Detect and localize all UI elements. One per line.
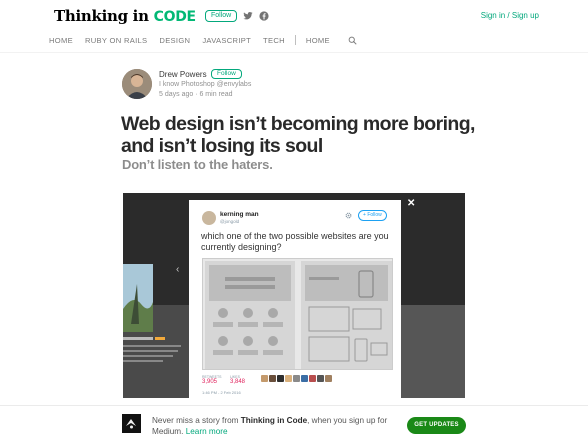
tweet-date: 1:46 PM - 2 Feb 2016 [202,390,241,395]
top-bar: Thinking in CODE Follow Sign in / Sign u… [0,0,588,32]
background-card [123,264,153,332]
close-icon: ✕ [407,198,416,209]
nav-item-javascript[interactable]: JAVASCRIPT [202,36,251,45]
author-avatar[interactable] [122,69,152,99]
tweet-handle: @jongold [220,219,240,224]
background-page-panel [401,305,465,398]
signup-text-prefix: Never miss a story from [152,416,239,425]
embedded-tweet: kerning man @jongold + Follow which one … [189,200,401,398]
tweet-media [202,258,393,370]
publication-nav: HOME RUBY ON RAILS DESIGN JAVASCRIPT TEC… [49,34,357,46]
follow-person-icon: + [363,212,366,218]
author-name[interactable]: Drew Powers [159,70,207,79]
tweet-follow-button: + Follow [358,210,387,221]
background-text [123,333,185,393]
signin-link[interactable]: Sign in / Sign up [481,11,539,20]
nav-item-ruby-on-rails[interactable]: RUBY ON RAILS [85,36,147,45]
get-updates-button[interactable]: GET UPDATES [407,417,466,434]
brand-primary: Thinking in [54,7,149,25]
facebook-icon[interactable] [259,11,269,21]
nav-item-home[interactable]: HOME [49,36,73,45]
nav-item-design[interactable]: DESIGN [159,36,190,45]
retweets-count: 3,905 [202,379,218,385]
hero-image: ‹ ✕ kerning man @jongold + Follow which … [123,193,465,398]
search-icon[interactable] [348,36,357,45]
brand-accent: CODE [153,9,196,25]
tweet-author-name: kerning man [220,211,259,218]
liker-avatars [261,375,332,383]
post-meta: 5 days ago · 6 min read [159,91,233,98]
learn-more-link[interactable]: Learn more [186,427,228,436]
author-bio: I know Photoshop @envylabs [159,81,252,88]
nav-item-home-medium[interactable]: HOME [306,36,330,45]
article-subtitle: Don’t listen to the haters. [122,157,273,172]
follow-publication-button[interactable]: Follow [205,10,238,22]
article-title: Web design isn’t becoming more boring, a… [121,113,475,157]
likes-count: 3,848 [230,379,246,385]
nav-divider-line [0,52,588,53]
publication-logo[interactable]: Thinking in CODE [54,7,196,25]
gear-icon [345,212,352,219]
signup-message: Never miss a story from Thinking in Code… [152,415,402,437]
twitter-icon[interactable] [243,11,253,21]
follow-author-button[interactable]: Follow [211,69,242,79]
tweet-text: which one of the two possible websites a… [201,231,389,252]
tweet-avatar [202,211,216,225]
tweet-follow-label: Follow [367,212,382,218]
publication-icon [122,414,141,433]
nav-item-tech[interactable]: TECH [263,36,285,45]
chevron-left-icon: ‹ [176,264,180,275]
nav-divider [294,35,296,45]
signup-publication-name: Thinking in Code [240,416,308,425]
